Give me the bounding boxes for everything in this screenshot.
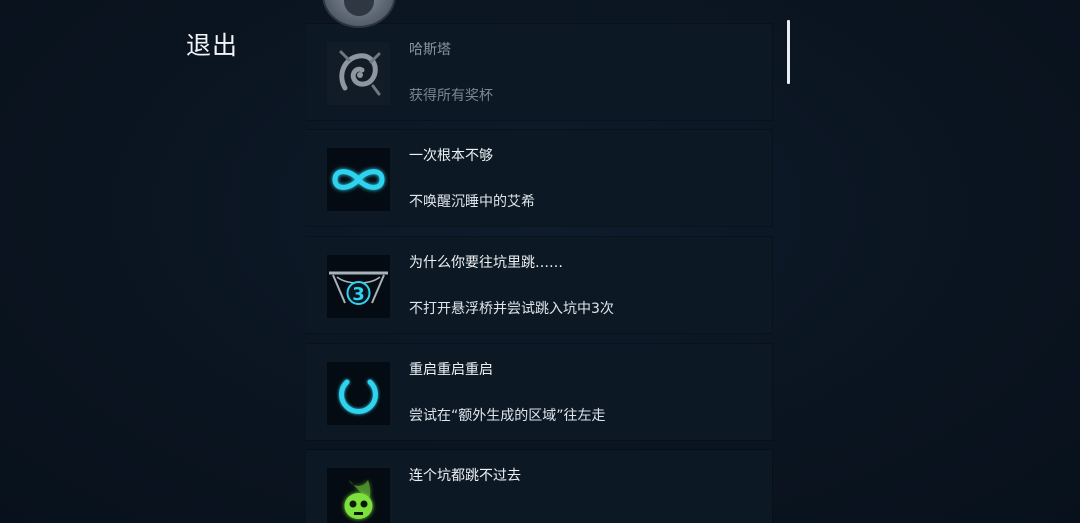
achievement-title: 重启重启重启: [409, 362, 493, 378]
achievement-description: 获得所有奖杯: [409, 88, 493, 104]
achievement-description: 不打开悬浮桥并尝试跳入坑中3次: [409, 301, 614, 317]
infinity-icon: [327, 148, 390, 211]
achievement-card[interactable]: 重启重启重启 尝试在“额外生成的区域”往左走: [306, 344, 772, 440]
achievement-card[interactable]: 哈斯塔 获得所有奖杯: [306, 24, 772, 120]
achievements-screen: 退出 哈斯塔 获得所有奖杯 一次根本不够 不唤醒沉睡中的艾希 3 为什么你要往坑…: [0, 0, 1080, 523]
achievement-card[interactable]: 一次根本不够 不唤醒沉睡中的艾希: [306, 130, 772, 226]
achievement-card[interactable]: 连个坑都跳不过去: [306, 450, 772, 523]
power-icon: [327, 362, 390, 425]
hastur-spiral-icon: [327, 42, 390, 105]
pit-three-icon: 3: [327, 255, 390, 318]
achievement-card[interactable]: 3 为什么你要往坑里跳…… 不打开悬浮桥并尝试跳入坑中3次: [306, 237, 772, 333]
achievement-title: 一次根本不够: [409, 148, 493, 164]
achievement-list[interactable]: 哈斯塔 获得所有奖杯 一次根本不够 不唤醒沉睡中的艾希 3 为什么你要往坑里跳……: [306, 0, 774, 523]
green-skull-icon: [327, 468, 390, 523]
achievement-description: 尝试在“额外生成的区域”往左走: [409, 408, 606, 424]
pit-count-label: 3: [352, 284, 365, 305]
avatar-face: [344, 0, 374, 16]
achievement-title: 哈斯塔: [409, 42, 451, 58]
achievement-title: 连个坑都跳不过去: [409, 468, 521, 484]
achievement-title: 为什么你要往坑里跳……: [409, 255, 563, 271]
exit-button[interactable]: 退出: [186, 26, 238, 62]
achievement-description: 不唤醒沉睡中的艾希: [409, 194, 535, 210]
scrollbar[interactable]: [787, 20, 790, 84]
